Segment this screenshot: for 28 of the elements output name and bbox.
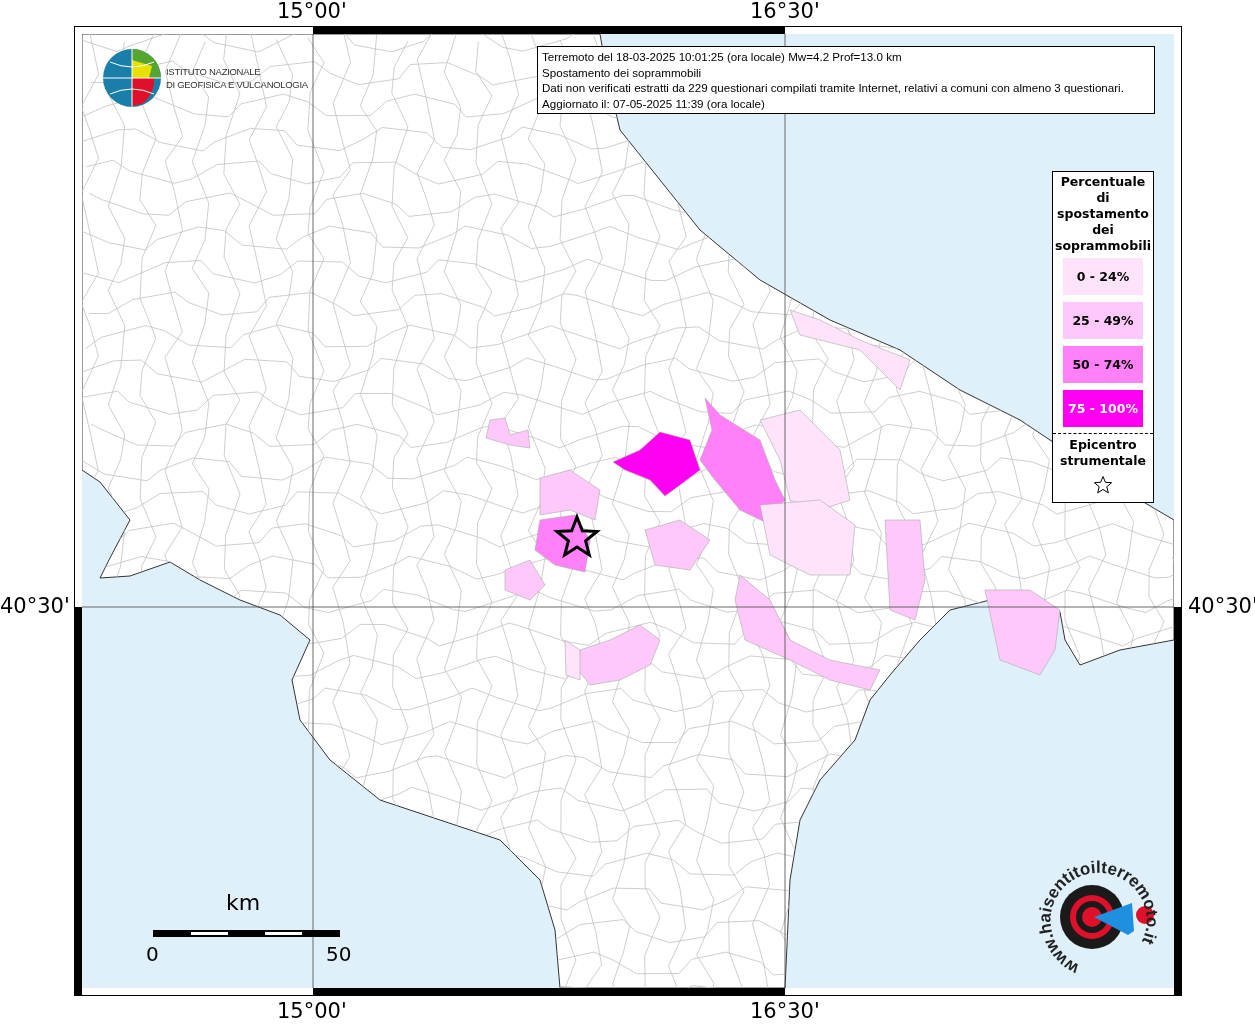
globe-logo-icon [102,48,162,108]
info-text: Terremoto del 18-03-2025 10:01:25 (ora locale) Mw=4.2 Prof=13.0 km [542,49,903,65]
info-text: Dati non verificati estratti da 229 questionari compilati tramite Internet, relativi a comuni con almeno 3 questionari. [542,80,1125,96]
logo-text: DI GEOFISICA E VULCANOLOGIA [166,78,308,91]
shaded-municipality [504,559,546,601]
longitude-label: 16°30' [750,0,820,23]
star-icon [1093,475,1113,495]
legend-label: Epicentro strumentale [1058,437,1148,469]
legend-swatch: 0 - 24% [1063,258,1143,295]
shaded-municipality [539,469,601,521]
longitude-label: 16°30' [750,999,820,1023]
legend-swatch: 50 - 74% [1063,346,1143,383]
info-text: Spostamento dei soprammobili [542,64,703,80]
scale-label: 0 [146,942,159,966]
logo-text: ISTITUTO NAZIONALE [166,65,262,78]
legend-title: Percentuale di spostamento dei soprammobili [1054,173,1152,254]
shaded-municipality [534,514,591,573]
epicenter-star-icon [553,512,601,559]
latitude-label: 40°30' [0,594,70,618]
shaded-municipality [485,417,531,449]
latitude-label: 40°30' [1188,594,1255,618]
scale-unit: km [226,890,261,915]
longitude-label: 15°00' [277,0,347,23]
scale-label: 50 [326,942,352,966]
legend-swatch: 75 - 100% [1063,390,1143,427]
longitude-label: 15°00' [277,999,347,1023]
info-text: Aggiornato il: 07-05-2025 11:39 (ora locale) [542,95,766,111]
legend-swatch: 25 - 49% [1063,302,1143,339]
